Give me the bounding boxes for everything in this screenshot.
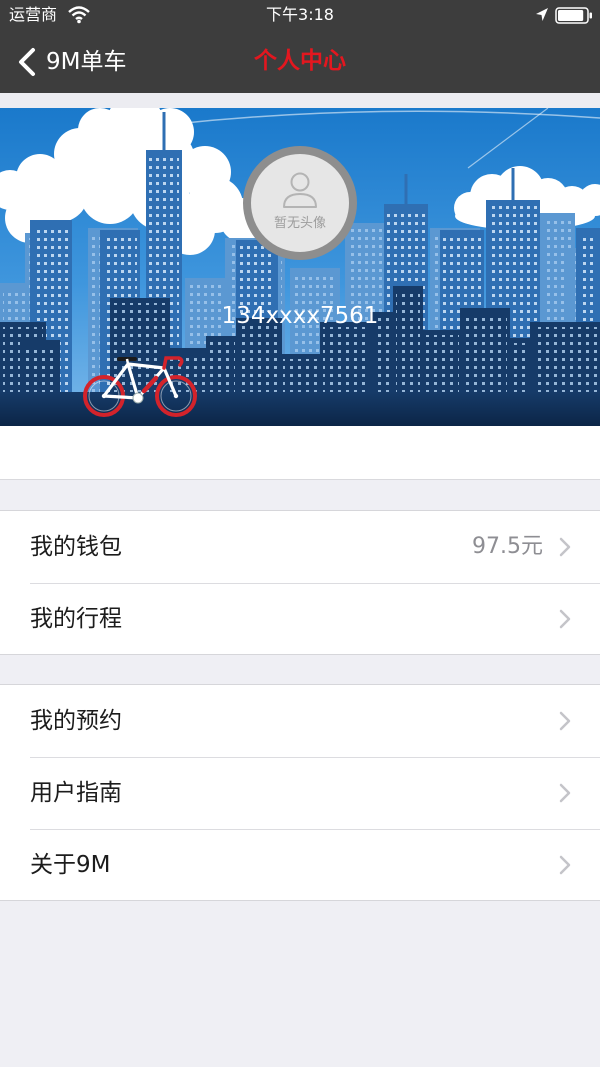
menu-item-label: 我的行程 [30, 606, 122, 632]
avatar[interactable]: 暂无头像 [243, 146, 357, 260]
battery-icon [555, 7, 593, 24]
banner-top-gap [0, 93, 600, 108]
status-bar: 运营商 下午3:18 [0, 0, 600, 30]
chevron-right-icon [558, 537, 572, 557]
bicycle-chainring [132, 392, 144, 404]
menu-item-label: 我的预约 [30, 708, 122, 734]
menu-item-user-guide[interactable]: 用户指南 [0, 757, 600, 829]
menu-item-label: 用户指南 [30, 780, 122, 806]
chevron-right-icon [558, 783, 572, 803]
location-arrow-icon [535, 7, 549, 23]
back-chevron-icon [16, 47, 38, 77]
avatar-placeholder-icon [280, 170, 320, 210]
page-title: 个人中心 [254, 48, 346, 74]
menu-item-trips[interactable]: 我的行程 [0, 583, 600, 655]
menu-item-label: 我的钱包 [30, 534, 122, 560]
chevron-right-icon [558, 711, 572, 731]
bicycle-rear-hub [101, 393, 107, 399]
chevron-right-icon [558, 609, 572, 629]
nav-bar: 9M单车 个人中心 [0, 30, 600, 93]
bicycle-seatpost [125, 358, 130, 365]
avatar-placeholder-text: 暂无头像 [273, 216, 326, 231]
battery-level-fill [558, 10, 584, 21]
menu-group-account: 我的钱包 97.5元 我的行程 [0, 510, 600, 655]
menu-item-about[interactable]: 关于9M [0, 829, 600, 901]
bicycle-front-hub [173, 393, 179, 399]
menu-item-reservations[interactable]: 我的预约 [0, 685, 600, 757]
wallet-balance: 97.5元 [472, 534, 543, 559]
building-antenna [162, 112, 166, 150]
profile-footer [0, 426, 600, 480]
back-label: 9M单车 [46, 49, 127, 75]
building-antenna [511, 168, 515, 200]
user-phone: 134xxxx7561 [221, 303, 379, 329]
menu-group-more: 我的预约 用户指南 关于9M [0, 684, 600, 901]
back-button[interactable]: 9M单车 [10, 38, 140, 84]
menu-item-label: 关于9M [30, 852, 111, 878]
profile-banner: 暂无头像 134xxxx7561 [0, 108, 600, 426]
chevron-right-icon [558, 855, 572, 875]
status-time: 下午3:18 [266, 5, 334, 24]
menu-item-wallet[interactable]: 我的钱包 97.5元 [0, 511, 600, 583]
building-antenna [404, 174, 408, 204]
